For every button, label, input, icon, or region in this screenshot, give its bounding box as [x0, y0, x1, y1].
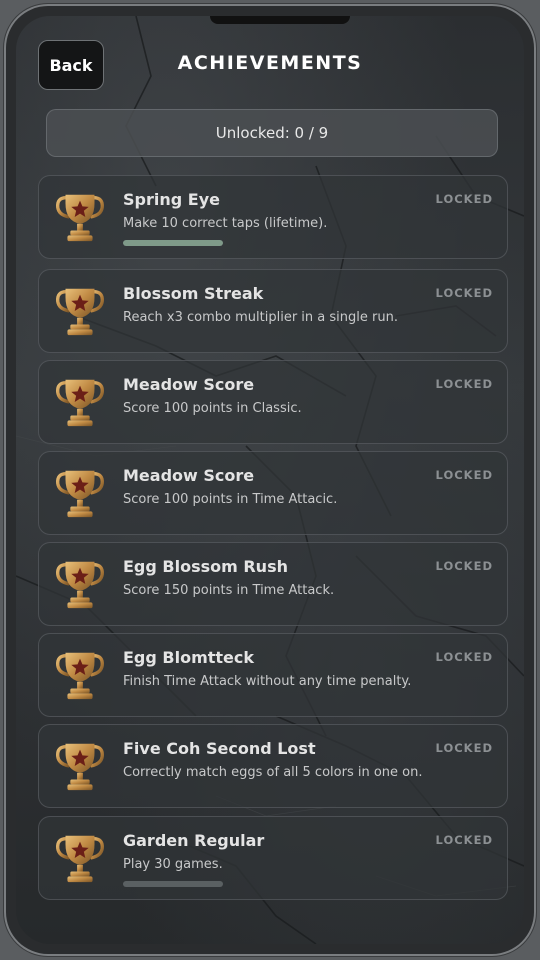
achievement-progress-bar [123, 881, 223, 887]
achievement-progress-bar [123, 240, 223, 246]
achievement-title: Spring Eye [123, 190, 220, 209]
achievement-card[interactable]: Egg Blossom Rush Score 150 points in Tim… [38, 542, 508, 626]
achievement-card[interactable]: Meadow Score Score 100 points in Classic… [38, 360, 508, 444]
achievement-description: Play 30 games. [123, 857, 223, 872]
trophy-icon [56, 379, 104, 427]
achievement-title: Meadow Score [123, 466, 255, 485]
achievement-card[interactable]: Meadow Score Score 100 points in Time At… [38, 451, 508, 535]
achievement-description: Correctly match eggs of all 5 colors in … [123, 765, 423, 780]
achievement-card[interactable]: Garden Regular Play 30 games. LOCKED [38, 816, 508, 900]
achievement-status-badge: LOCKED [435, 377, 493, 391]
achievement-card[interactable]: Egg Blomtteck Finish Time Attack without… [38, 633, 508, 717]
achievement-card[interactable]: Blossom Streak Reach x3 combo multiplier… [38, 269, 508, 353]
unlocked-count-banner: Unlocked: 0 / 9 [46, 109, 498, 157]
achievement-description: Make 10 correct taps (lifetime). [123, 216, 328, 231]
achievement-progress-fill [123, 240, 223, 246]
achievement-card[interactable]: Five Coh Second Lost Correctly match egg… [38, 724, 508, 808]
achievement-status-badge: LOCKED [435, 286, 493, 300]
achievement-status-badge: LOCKED [435, 741, 493, 755]
game-screen: Back ACHIEVEMENTS Unlocked: 0 / 9 Spring… [16, 16, 524, 944]
achievement-title: Blossom Streak [123, 284, 264, 303]
achievement-title: Egg Blossom Rush [123, 557, 288, 576]
achievement-title: Meadow Score [123, 375, 255, 394]
trophy-icon [56, 743, 104, 791]
achievement-description: Finish Time Attack without any time pena… [123, 674, 412, 689]
trophy-icon [56, 835, 104, 883]
achievement-title: Egg Blomtteck [123, 648, 255, 667]
achievement-title: Garden Regular [123, 831, 265, 850]
achievement-status-badge: LOCKED [435, 192, 493, 206]
trophy-icon [56, 470, 104, 518]
achievement-description: Score 100 points in Time Attacic. [123, 492, 338, 507]
page-title: ACHIEVEMENTS [177, 52, 363, 74]
achievement-description: Reach x3 combo multiplier in a single ru… [123, 310, 398, 325]
achievement-status-badge: LOCKED [435, 650, 493, 664]
achievement-card[interactable]: Spring Eye Make 10 correct taps (lifetim… [38, 175, 508, 259]
achievement-status-badge: LOCKED [435, 468, 493, 482]
phone-notch [210, 16, 350, 24]
achievement-description: Score 100 points in Classic. [123, 401, 302, 416]
achievement-status-badge: LOCKED [435, 833, 493, 847]
achievement-title: Five Coh Second Lost [123, 739, 316, 758]
trophy-icon [56, 652, 104, 700]
achievement-description: Score 150 points in Time Attack. [123, 583, 335, 598]
unlocked-count-text: Unlocked: 0 / 9 [215, 124, 329, 142]
trophy-icon [56, 288, 104, 336]
trophy-icon [56, 561, 104, 609]
achievement-status-badge: LOCKED [435, 559, 493, 573]
trophy-icon [56, 194, 104, 242]
